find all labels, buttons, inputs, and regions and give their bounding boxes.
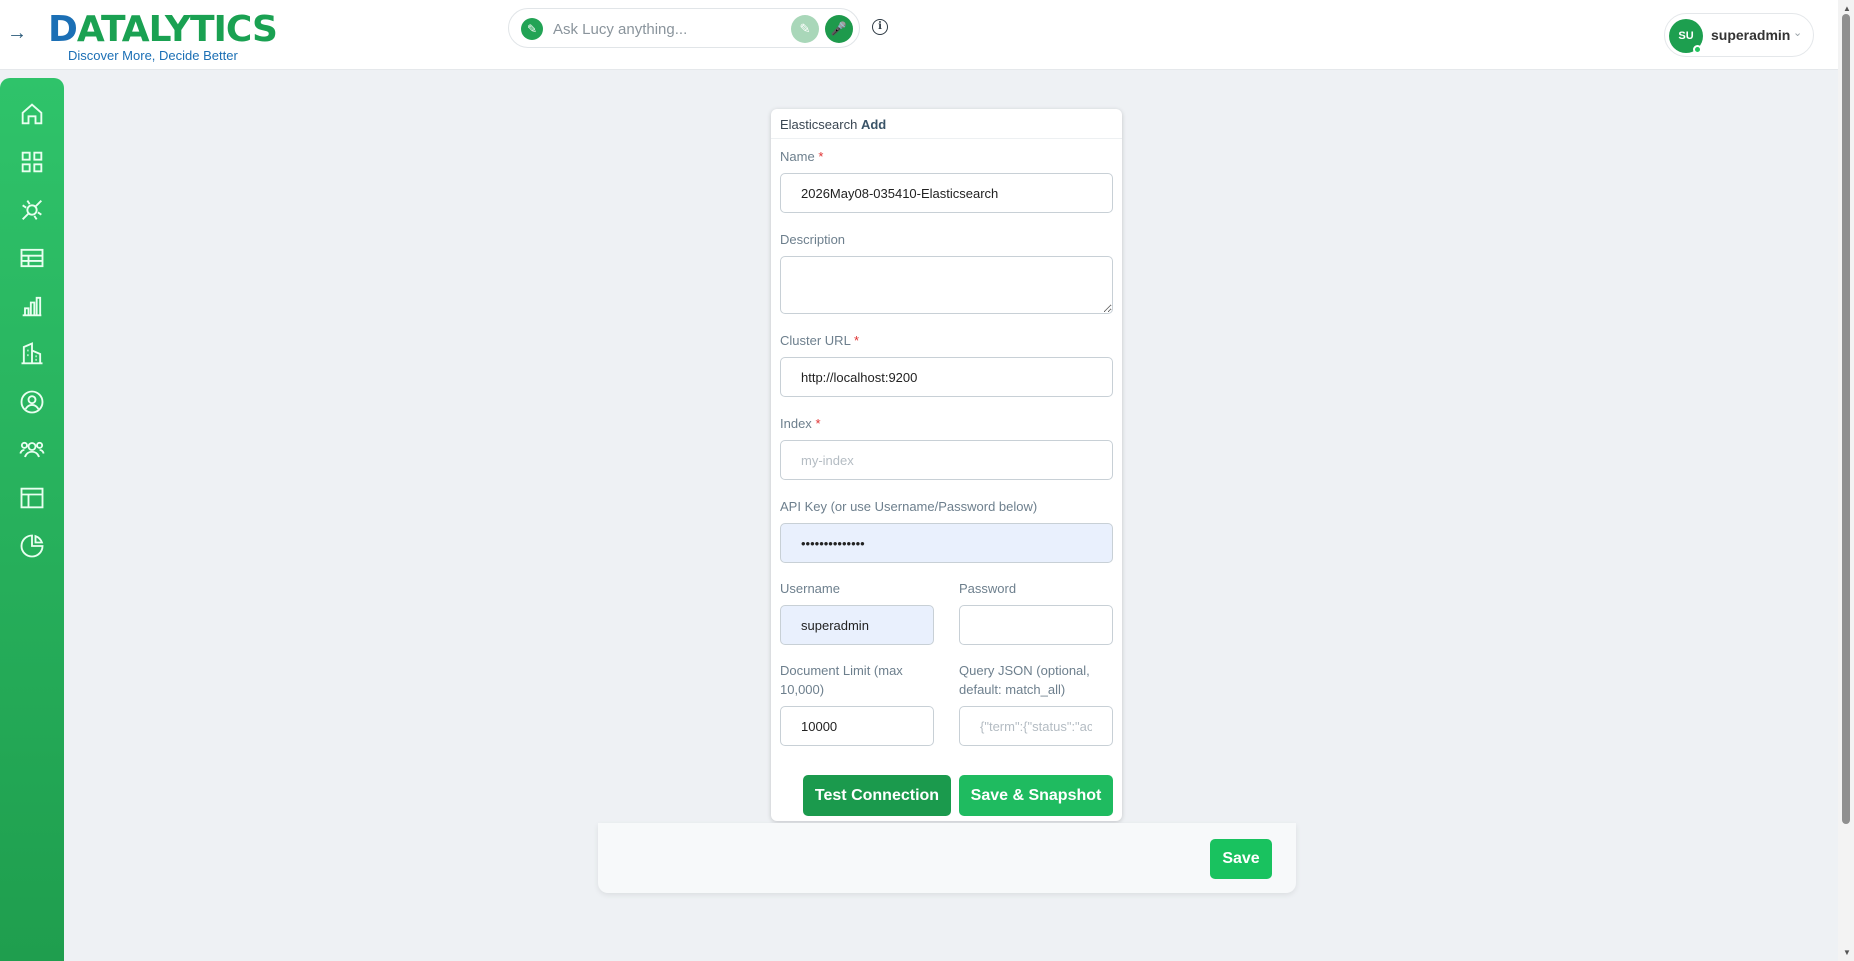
password-input[interactable] — [959, 605, 1113, 645]
ask-lucy-input[interactable] — [553, 18, 773, 40]
online-status-dot — [1693, 45, 1702, 54]
dashboard-grid-icon[interactable] — [18, 148, 46, 176]
username-label: superadmin — [1711, 27, 1791, 43]
buildings-icon[interactable] — [18, 340, 46, 368]
api-key-label: API Key (or use Username/Password below) — [780, 499, 1038, 514]
logo-tagline: Discover More, Decide Better — [68, 48, 238, 63]
index-label: Index * — [780, 416, 821, 431]
elasticsearch-form-card: Elasticsearch Add Name * Description Clu… — [771, 109, 1122, 821]
description-label: Description — [780, 232, 846, 247]
document-limit-input[interactable] — [780, 706, 934, 746]
sidebar — [0, 78, 64, 961]
logo-wordmark: DATALYTICS — [48, 9, 278, 50]
layout-icon[interactable] — [18, 484, 46, 512]
user-menu[interactable]: SU superadmin ⌄ — [1664, 13, 1814, 57]
top-bar: → DATALYTICS Discover More, Decide Bette… — [0, 0, 1838, 70]
query-json-input[interactable] — [959, 706, 1113, 746]
form-title: Elasticsearch Add — [771, 109, 1122, 139]
home-icon[interactable] — [18, 100, 46, 128]
document-limit-label: Document Limit (max 10,000) — [780, 663, 903, 697]
save-and-snapshot-button[interactable]: Save & Snapshot — [959, 775, 1113, 816]
index-input[interactable] — [780, 440, 1113, 480]
save-button[interactable]: Save — [1210, 839, 1272, 879]
info-icon[interactable]: i — [872, 19, 888, 35]
bar-chart-icon[interactable] — [18, 292, 46, 320]
query-json-label: Query JSON (optional, default: match_all… — [959, 663, 1090, 697]
magic-wand-button-icon[interactable]: ✎ — [791, 15, 819, 43]
pie-chart-icon[interactable] — [18, 532, 46, 560]
connectors-icon[interactable] — [18, 196, 46, 224]
test-connection-button[interactable]: Test Connection — [803, 775, 951, 816]
table-icon[interactable] — [18, 244, 46, 272]
expand-sidebar-arrow-icon[interactable]: → — [6, 22, 28, 44]
ask-lucy-search: ✎ ✎ 🎤 — [508, 8, 860, 48]
scroll-down-arrow-icon[interactable]: ▼ — [1843, 948, 1851, 957]
datalytics-logo[interactable]: DATALYTICS Discover More, Decide Better — [48, 10, 278, 66]
name-input[interactable] — [780, 173, 1113, 213]
form-footer-bar: Save — [598, 823, 1296, 893]
scroll-up-arrow-icon[interactable]: ▲ — [1843, 4, 1851, 13]
name-label: Name * — [780, 149, 824, 164]
cluster-url-input[interactable] — [780, 357, 1113, 397]
scroll-thumb[interactable] — [1842, 14, 1850, 824]
api-key-input[interactable] — [780, 523, 1113, 563]
username-label: Username — [780, 581, 840, 596]
password-label: Password — [959, 581, 1017, 596]
description-textarea[interactable] — [780, 256, 1113, 314]
chevron-down-icon: ⌄ — [1793, 27, 1803, 39]
microphone-icon[interactable]: 🎤 — [825, 15, 853, 43]
users-group-icon[interactable] — [18, 436, 46, 464]
page-scrollbar[interactable]: ▲ ▼ — [1838, 0, 1854, 961]
cluster-url-label: Cluster URL * — [780, 333, 860, 348]
username-input[interactable] — [780, 605, 934, 645]
magic-wand-icon: ✎ — [521, 18, 543, 40]
user-circle-icon[interactable] — [18, 388, 46, 416]
